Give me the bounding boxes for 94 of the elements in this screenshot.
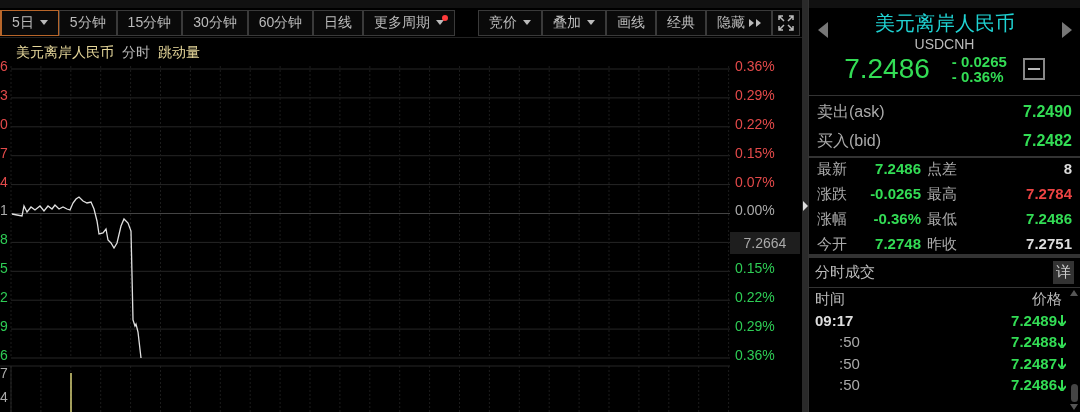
detail-button[interactable]: 详 — [1053, 261, 1074, 284]
percent-label: 0.00% — [735, 202, 775, 219]
scroll-down-icon[interactable] — [1070, 404, 1078, 410]
axis-label: 2 — [0, 289, 9, 306]
trade-price: 7.2487 — [1011, 353, 1057, 374]
axis-label: 0 — [0, 115, 9, 132]
axis-label: 4 — [0, 389, 8, 405]
field-label: 点差 — [926, 159, 958, 179]
trade-time: 09:17 — [815, 310, 854, 331]
field-label: 卖出(ask) — [817, 101, 885, 122]
fullscreen-icon — [778, 14, 794, 31]
field-label: 今开 — [817, 234, 848, 254]
field-label: 最高 — [926, 184, 958, 204]
price-change: - 0.0265 — [951, 54, 1007, 69]
trade-price: 7.2489 — [1011, 310, 1057, 331]
axis-label: 8 — [0, 231, 9, 248]
axis-label: 4 — [0, 173, 9, 190]
trade-time: :50 — [838, 332, 860, 352]
scroll-up-icon[interactable] — [1070, 290, 1078, 296]
caret-icon — [523, 20, 531, 25]
field-value: 7.2482 — [1023, 130, 1072, 151]
axis-label: 6 — [0, 58, 9, 74]
axis-label: 3 — [0, 86, 9, 103]
period-button[interactable]: 15分钟 — [116, 9, 183, 36]
period-button[interactable]: 更多周期 — [363, 9, 456, 36]
double-arrow-icon — [749, 18, 761, 27]
caret-icon — [436, 20, 445, 25]
panel-title: 分时成交 — [815, 262, 875, 283]
crosshair-price: 7.2664 — [730, 232, 800, 254]
toolbar-button[interactable]: 经典 — [656, 9, 706, 36]
percent-label: 0.29% — [735, 318, 775, 334]
down-arrow-icon — [1058, 315, 1066, 327]
percent-label: 0.15% — [735, 144, 775, 161]
period-button[interactable]: 5日 — [0, 9, 59, 36]
last-price: 7.2486 — [844, 53, 930, 85]
trade-time: :50 — [838, 375, 860, 395]
field-value: 7.2486 — [1025, 209, 1072, 229]
trade-time: :50 — [838, 353, 860, 374]
column-header: 价格 — [1032, 288, 1062, 309]
axis-label: 5 — [0, 260, 9, 277]
caret-icon — [587, 20, 595, 25]
percent-label: 0.07% — [735, 173, 775, 190]
percent-label: 0.36% — [735, 58, 775, 74]
down-arrow-icon — [1058, 336, 1066, 348]
down-arrow-icon — [1058, 379, 1066, 391]
field-value: 8 — [1062, 159, 1072, 179]
field-value: 7.2486 — [874, 159, 921, 179]
column-header: 时间 — [815, 288, 845, 309]
axis-label: 7 — [0, 365, 8, 381]
trade-price: 7.2488 — [1011, 332, 1057, 352]
trade-price: 7.2486 — [1011, 375, 1057, 395]
caret-icon — [39, 20, 48, 25]
period-button[interactable]: 日线 — [313, 9, 364, 36]
period-button[interactable]: 30分钟 — [182, 9, 248, 36]
field-label: 昨收 — [926, 234, 958, 254]
percent-label: 0.22% — [735, 289, 775, 306]
indicator-name: 跳动量 — [158, 42, 200, 62]
percent-label: 0.22% — [735, 115, 775, 132]
instrument-code: USDCNH — [914, 36, 975, 52]
field-label: 最新 — [817, 159, 848, 179]
previous-arrow-icon[interactable] — [818, 22, 828, 38]
toolbar-button[interactable]: 竞价 — [478, 9, 542, 36]
axis-label: 6 — [0, 346, 9, 363]
axis-label: 9 — [0, 318, 9, 334]
field-value: 7.2751 — [1025, 234, 1072, 254]
field-label: 最低 — [926, 209, 958, 229]
hide-button[interactable]: 隐藏 — [706, 9, 772, 36]
field-label: 买入(bid) — [817, 130, 881, 151]
field-value: 7.2748 — [874, 234, 921, 254]
axis-label: 1 — [0, 202, 9, 219]
next-arrow-icon[interactable] — [1062, 22, 1072, 38]
scrollbar-thumb[interactable] — [1070, 384, 1078, 402]
percent-label: 0.15% — [735, 260, 775, 277]
field-value: 7.2784 — [1025, 184, 1072, 204]
down-arrow-icon — [1058, 358, 1066, 370]
instrument-name: 美元离岸人民币 — [16, 42, 114, 62]
collapse-button[interactable] — [1022, 58, 1045, 80]
axis-label: 7 — [0, 144, 9, 161]
toolbar-button[interactable]: 叠加 — [542, 9, 606, 36]
percent-change: - 0.36% — [951, 69, 1005, 84]
expand-handle-icon[interactable] — [802, 201, 808, 211]
fullscreen-button[interactable] — [772, 9, 800, 36]
field-label: 涨跌 — [817, 184, 848, 204]
field-value: 7.2490 — [1023, 101, 1072, 122]
instrument-title: 美元离岸人民币 — [874, 11, 1015, 36]
field-value: -0.0265 — [869, 184, 921, 204]
period-button[interactable]: 5分钟 — [58, 9, 117, 36]
chart-mode: 分时 — [122, 42, 150, 62]
percent-label: 0.29% — [735, 86, 775, 103]
field-value: -0.36% — [872, 209, 921, 229]
field-label: 涨幅 — [817, 209, 848, 229]
toolbar-button[interactable]: 画线 — [606, 9, 656, 36]
percent-label: 0.36% — [735, 346, 775, 363]
period-button[interactable]: 60分钟 — [247, 9, 314, 36]
